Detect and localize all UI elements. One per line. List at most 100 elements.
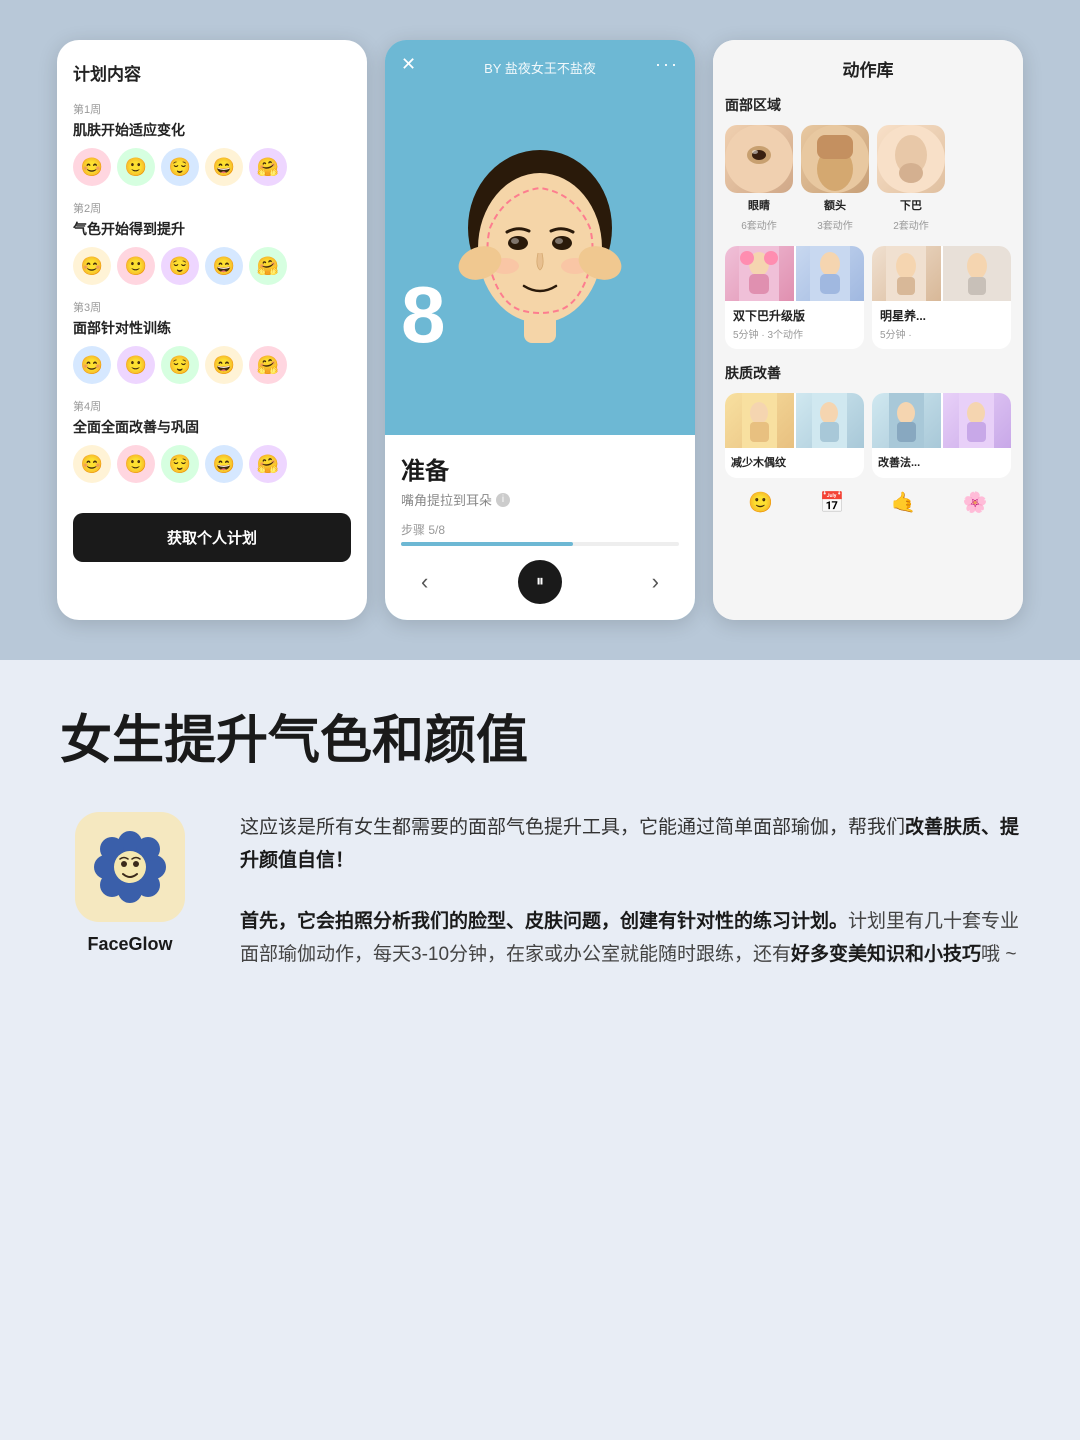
improve-title: 改善法... [872, 454, 1011, 470]
forehead-photo [801, 125, 869, 193]
week-3-title: 面部针对性训练 [73, 318, 351, 338]
avatar: 😊 [73, 247, 111, 285]
library-content: 动作库 面部区域 眼睛 6套动作 [713, 40, 1023, 620]
week-2-title: 气色开始得到提升 [73, 219, 351, 239]
double-chin-title: 双下巴升级版 [725, 307, 864, 324]
wrinkle-img-1 [725, 393, 794, 448]
avatar: 🙂 [117, 247, 155, 285]
chin-label: 下巴 [900, 197, 922, 213]
action-card-imgs [725, 246, 864, 301]
next-button[interactable]: › [652, 569, 659, 595]
app-desc-2: 首先，它会拍照分析我们的脸型、皮肤问题，创建有针对性的练习计划。计划里有几十套专… [240, 905, 1020, 972]
avatar: 😄 [205, 148, 243, 186]
eyes-count: 6套动作 [741, 217, 777, 232]
screenshots-section: 计划内容 第1周 肌肤开始适应变化 😊 🙂 😌 😄 🤗 第2周 气色开始得到提升 [0, 0, 1080, 660]
action-cards-row: 双下巴升级版 5分钟 · 3个动作 [725, 246, 1011, 349]
improve-img-2 [943, 393, 1012, 448]
app-info-row: FaceGlow 这应该是所有女生都需要的面部气色提升工具，它能通过简单面部瑜伽… [60, 812, 1020, 971]
chin-count: 2套动作 [893, 217, 929, 232]
pause-button[interactable]: ⏸ [518, 560, 562, 604]
action-img-1 [725, 246, 794, 301]
week-4-section: 第4周 全面全面改善与巩固 😊 🙂 😌 😄 🤗 [73, 398, 351, 483]
action-card-star[interactable]: 明星养... 5分钟 · [872, 246, 1011, 349]
star-card-sub: 5分钟 · [872, 326, 1011, 341]
avatar: 😌 [161, 247, 199, 285]
skin-cards-row: 减少木偶纹 [725, 393, 1011, 478]
app-desc-area: 这应该是所有女生都需要的面部气色提升工具，它能通过简单面部瑜伽，帮我们改善肤质、… [240, 812, 1020, 971]
main-headline: 女生提升气色和颜值 [60, 710, 1020, 772]
avatar: 🙂 [117, 148, 155, 186]
gesture-icon[interactable]: 🤙 [891, 490, 916, 515]
week-1-label: 第1周 [73, 101, 351, 117]
action-card-double-chin[interactable]: 双下巴升级版 5分钟 · 3个动作 [725, 246, 864, 349]
library-title: 动作库 [725, 56, 1011, 81]
avatar: 😊 [73, 346, 111, 384]
close-icon[interactable]: ✕ [401, 54, 416, 75]
face-illustration: 8 [385, 40, 695, 435]
plan-title: 计划内容 [73, 60, 351, 85]
skin-card-wrinkle[interactable]: 减少木偶纹 [725, 393, 864, 478]
avatar: 😄 [205, 247, 243, 285]
desc2-ending: 哦 ~ [981, 944, 1016, 965]
face-areas-section-title: 面部区域 [725, 95, 1011, 115]
exercise-controls: ‹ ⏸ › [401, 560, 679, 604]
chin-photo [877, 125, 945, 193]
star-img-2 [943, 246, 1012, 301]
phone-library-card: 动作库 面部区域 眼睛 6套动作 [713, 40, 1023, 620]
week-4-label: 第4周 [73, 398, 351, 414]
step-label: 步骤 5/8 [401, 521, 679, 538]
pause-icon: ⏸ [536, 573, 544, 591]
bottom-nav-icons: 🙂 📅 🤙 🌸 [725, 478, 1011, 515]
star-img-1 [872, 246, 941, 301]
week-2-avatars: 😊 🙂 😌 😄 🤗 [73, 247, 351, 285]
get-plan-button[interactable]: 获取个人计划 [73, 513, 351, 562]
week-3-avatars: 😊 🙂 😌 😄 🤗 [73, 346, 351, 384]
face-scan-icon[interactable]: 🙂 [748, 490, 773, 515]
app-name-label: FaceGlow [87, 934, 172, 955]
skin-card-improve[interactable]: 改善法... [872, 393, 1011, 478]
week-2-section: 第2周 气色开始得到提升 😊 🙂 😌 😄 🤗 [73, 200, 351, 285]
wrinkle-img-2 [796, 393, 865, 448]
skin-section-title: 肤质改善 [725, 363, 1011, 383]
exercise-desc: 嘴角提拉到耳朵 i [401, 490, 679, 509]
face-areas-row: 眼睛 6套动作 额头 3套动作 [725, 125, 1011, 232]
improve-card-imgs [872, 393, 1011, 448]
face-area-chin[interactable]: 下巴 2套动作 [877, 125, 945, 232]
avatar: 😌 [161, 148, 199, 186]
flower-icon[interactable]: 🌸 [963, 490, 988, 515]
eyes-label: 眼睛 [748, 197, 770, 213]
app-icon-area: FaceGlow [60, 812, 200, 955]
exercise-bottom-panel: 准备 嘴角提拉到耳朵 i 步骤 5/8 ‹ ⏸ › [385, 435, 695, 620]
face-area-eyes[interactable]: 眼睛 6套动作 [725, 125, 793, 232]
face-area-forehead[interactable]: 额头 3套动作 [801, 125, 869, 232]
double-chin-sub: 5分钟 · 3个动作 [725, 326, 864, 341]
face-svg [450, 138, 630, 368]
week-1-avatars: 😊 🙂 😌 😄 🤗 [73, 148, 351, 186]
avatar: 🙂 [117, 346, 155, 384]
app-desc-1: 这应该是所有女生都需要的面部气色提升工具，它能通过简单面部瑜伽，帮我们改善肤质、… [240, 812, 1020, 877]
step-progress: 步骤 5/8 [401, 521, 679, 546]
desc2-bold-start: 首先，它会拍照分析我们的脸型、皮肤问题，创建有针对性的练习计划。 [240, 911, 848, 932]
app-icon-svg [90, 827, 170, 907]
avatar: 😊 [73, 445, 111, 483]
week-1-title: 肌肤开始适应变化 [73, 120, 351, 140]
plan-content: 计划内容 第1周 肌肤开始适应变化 😊 🙂 😌 😄 🤗 第2周 气色开始得到提升 [57, 40, 367, 620]
eyes-photo [725, 125, 793, 193]
wrinkle-title: 减少木偶纹 [725, 454, 864, 470]
more-icon[interactable]: ··· [655, 54, 679, 75]
week-4-title: 全面全面改善与巩固 [73, 417, 351, 437]
info-icon[interactable]: i [496, 493, 510, 507]
action-img-2 [796, 246, 865, 301]
avatar: 😌 [161, 445, 199, 483]
calendar-icon[interactable]: 📅 [820, 490, 845, 515]
phone-plan-card: 计划内容 第1周 肌肤开始适应变化 😊 🙂 😌 😄 🤗 第2周 气色开始得到提升 [57, 40, 367, 620]
exercise-top-bar: ✕ ··· [385, 40, 695, 83]
desc2-bold-end: 好多变美知识和小技巧 [791, 944, 981, 965]
prev-button[interactable]: ‹ [421, 569, 428, 595]
forehead-label: 额头 [824, 197, 846, 213]
week-1-section: 第1周 肌肤开始适应变化 😊 🙂 😌 😄 🤗 [73, 101, 351, 186]
avatar: 😄 [205, 445, 243, 483]
week-3-label: 第3周 [73, 299, 351, 315]
avatar: 😌 [161, 346, 199, 384]
avatar: 🤗 [249, 445, 287, 483]
